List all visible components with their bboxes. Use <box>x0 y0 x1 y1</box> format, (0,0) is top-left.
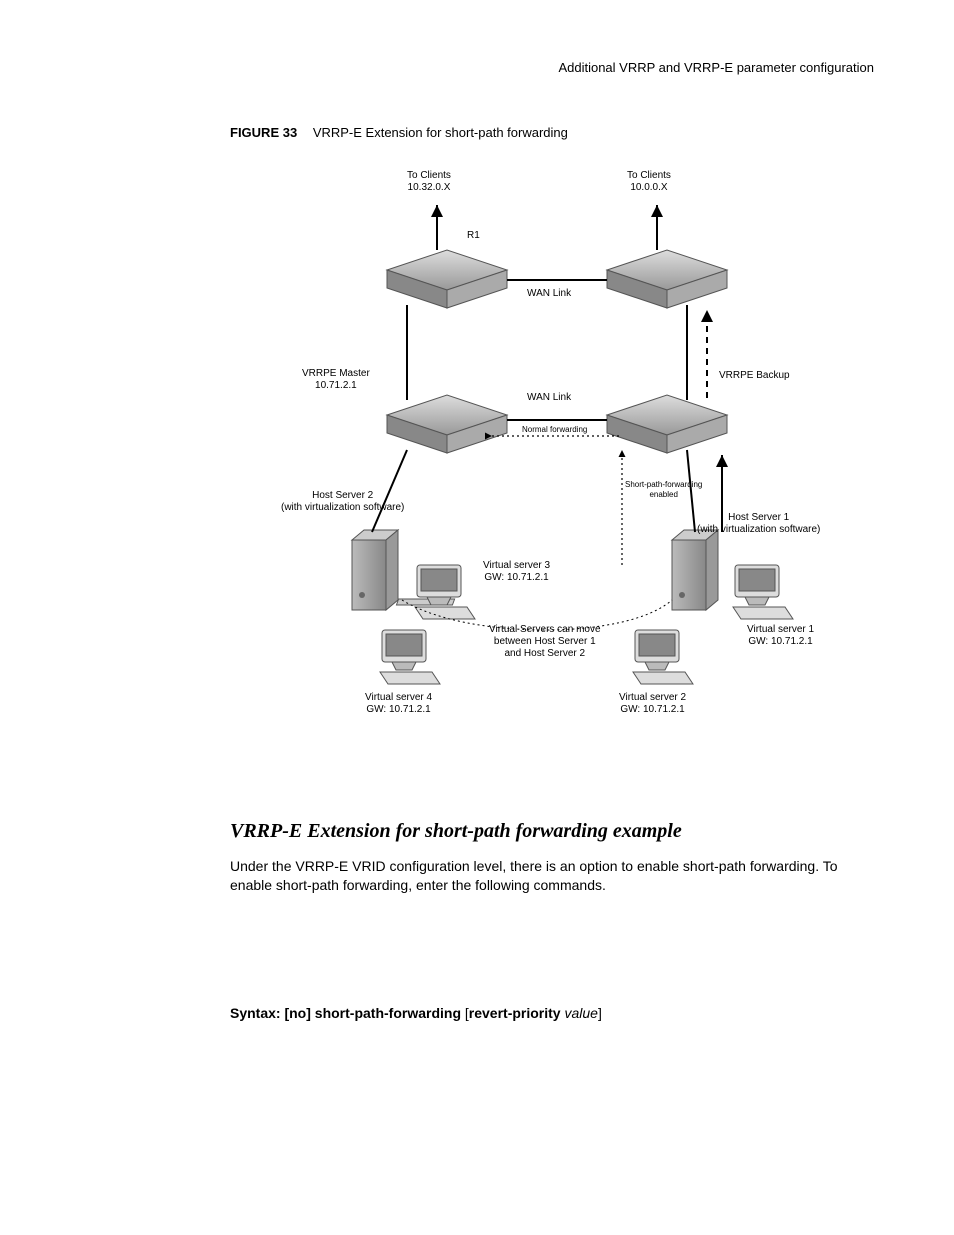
figure-label: FIGURE 33 <box>230 125 297 140</box>
label-r1: R1 <box>467 230 480 242</box>
body-paragraph: Under the VRRP-E VRID configuration leve… <box>230 857 864 895</box>
label-virtual-server-3: Virtual server 3 GW: 10.71.2.1 <box>483 560 550 584</box>
syntax-option-close: ] <box>598 1005 602 1021</box>
label-vrrpe-backup: VRRPE Backup <box>719 370 790 382</box>
running-header: Additional VRRP and VRRP-E parameter con… <box>60 60 874 75</box>
syntax-cmd: [no] short-path-forwarding <box>281 1005 461 1021</box>
figure-title: VRRP-E Extension for short-path forwardi… <box>313 125 568 140</box>
syntax-prefix: Syntax: <box>230 1005 281 1021</box>
figure-diagram: To Clients 10.32.0.X To Clients 10.0.0.X… <box>267 170 827 790</box>
label-wan-lower: WAN Link <box>527 392 571 404</box>
label-to-clients-left: To Clients 10.32.0.X <box>407 170 451 194</box>
label-vs-move: Virtual Servers can move between Host Se… <box>489 624 601 660</box>
label-host-server-2: Host Server 2 (with virtualization softw… <box>281 490 404 514</box>
label-virtual-server-2: Virtual server 2 GW: 10.71.2.1 <box>619 692 686 716</box>
syntax-line: Syntax: [no] short-path-forwarding [reve… <box>230 1005 864 1021</box>
label-virtual-server-1: Virtual server 1 GW: 10.71.2.1 <box>747 624 814 648</box>
syntax-option-open: [ <box>461 1005 469 1021</box>
label-wan-upper: WAN Link <box>527 288 571 300</box>
label-vrrpe-master: VRRPE Master 10.71.2.1 <box>302 368 370 392</box>
label-virtual-server-4: Virtual server 4 GW: 10.71.2.1 <box>365 692 432 716</box>
label-short-path-enabled: Short-path-forwarding enabled <box>625 480 702 499</box>
figure-caption: FIGURE 33 VRRP-E Extension for short-pat… <box>230 125 864 140</box>
section-heading: VRRP-E Extension for short-path forwardi… <box>230 820 864 843</box>
label-host-server-1: Host Server 1 (with virtualization softw… <box>697 512 820 536</box>
syntax-option-value: value <box>561 1005 598 1021</box>
label-normal-forwarding: Normal forwarding <box>522 425 587 435</box>
label-to-clients-right: To Clients 10.0.0.X <box>627 170 671 194</box>
syntax-option-keyword: revert-priority <box>469 1005 561 1021</box>
